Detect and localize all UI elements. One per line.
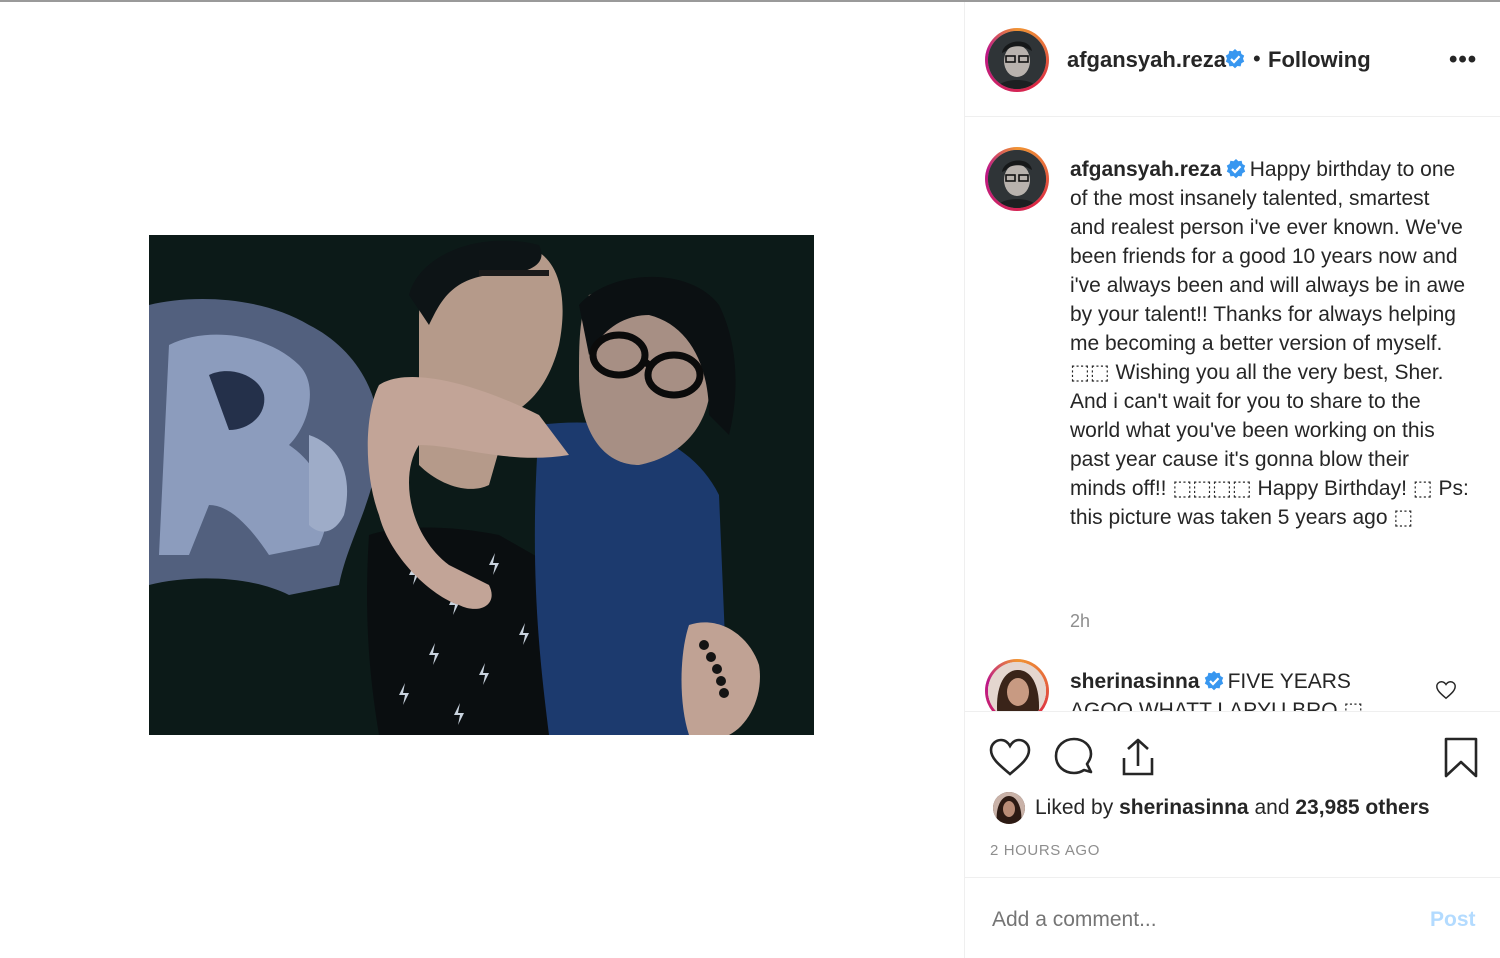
post-photo[interactable] xyxy=(149,235,814,735)
comment-icon[interactable] xyxy=(1052,736,1096,780)
comment: sherinasinna FIVE YEARS AGOO WHATT LAPYU … xyxy=(1070,667,1400,711)
header-separator: • xyxy=(1253,46,1261,71)
commenter-avatar[interactable] xyxy=(985,659,1049,711)
caption-time[interactable]: 2h xyxy=(1070,611,1090,632)
comment-like-heart-icon[interactable] xyxy=(1435,679,1457,701)
post-actions: Liked by sherinasinna and 23,985 others … xyxy=(965,711,1500,878)
author-username[interactable]: afgansyah.reza xyxy=(1067,47,1226,73)
caption: afgansyah.reza Happy birthday to one of t… xyxy=(1070,155,1470,532)
likes-middle: and xyxy=(1248,796,1296,819)
comment-input[interactable] xyxy=(990,907,1394,933)
post-comment-button[interactable]: Post xyxy=(1430,908,1476,932)
following-button[interactable]: Following xyxy=(1268,47,1371,73)
post-media-area xyxy=(0,2,964,958)
likes-prefix: Liked by xyxy=(1035,796,1120,819)
add-comment-section: Post xyxy=(965,877,1500,958)
caption-username[interactable]: afgansyah.reza xyxy=(1070,158,1222,181)
verified-badge-icon xyxy=(1226,158,1245,179)
share-icon[interactable] xyxy=(1116,736,1160,780)
caption-text: Happy birthday to one of the most insane… xyxy=(1070,158,1469,529)
post-header: afgansyah.reza • Following ••• xyxy=(965,2,1500,117)
bookmark-icon[interactable] xyxy=(1439,736,1483,780)
post-sidebar: afgansyah.reza • Following ••• afgansyah… xyxy=(964,2,1500,958)
post-timestamp[interactable]: 2 HOURS AGO xyxy=(990,842,1100,859)
verified-badge-icon xyxy=(1204,670,1223,691)
comment-username[interactable]: sherinasinna xyxy=(1070,670,1200,693)
more-options-icon[interactable]: ••• xyxy=(1449,46,1477,74)
comments-scroll-area[interactable]: afgansyah.reza Happy birthday to one of t… xyxy=(965,117,1500,711)
verified-badge-icon xyxy=(1225,49,1245,69)
heart-icon[interactable] xyxy=(988,736,1032,780)
caption-author-avatar[interactable] xyxy=(985,147,1049,211)
author-avatar[interactable] xyxy=(985,28,1049,92)
likes-others-link[interactable]: 23,985 others xyxy=(1295,796,1429,819)
likes-user-link[interactable]: sherinasinna xyxy=(1119,796,1249,819)
liker-avatar[interactable] xyxy=(993,792,1025,824)
